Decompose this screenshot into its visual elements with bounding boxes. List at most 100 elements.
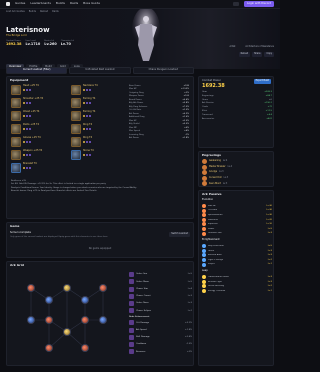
ark-node-level: Lv.2 <box>267 285 272 288</box>
ark-node[interactable]: Energy Overflow Lv.1 <box>202 289 272 293</box>
ark-grid-node[interactable] <box>81 316 89 324</box>
equipment-slot[interactable]: Earring T4 <box>71 110 95 121</box>
ark-grid-node[interactable] <box>99 284 107 292</box>
ark-passive-title: Ark Passive <box>202 192 222 196</box>
ark-node[interactable]: Transcendent Power Lv.3 <box>202 275 272 280</box>
equipment-slot[interactable]: Bracelet T4 <box>11 162 37 173</box>
gear-item-name: Shoulder +25 T4 <box>23 97 44 100</box>
ark-node[interactable]: Blessed Aura Lv.3 <box>202 253 272 258</box>
ark-node[interactable]: Expertise Lv.10 <box>202 222 272 227</box>
ark-node[interactable]: Crit Rate Lv.30 <box>202 208 272 213</box>
gear-quality-dots <box>23 153 42 156</box>
ark-node[interactable]: Max HP Lv.30 <box>202 204 272 208</box>
ark-grid-item-name: Atk Speed <box>136 328 147 331</box>
ark-node[interactable]: Brilliant Light Lv.3 <box>202 279 272 284</box>
ark-grid-item[interactable]: Atk Speed +1.8% <box>129 327 192 333</box>
ark-grid-node[interactable] <box>99 316 107 324</box>
ark-grid-item[interactable]: Skill Damage +2.4% <box>129 334 192 340</box>
login-button[interactable]: Login with Discord <box>244 1 274 7</box>
copy-button[interactable]: Copy <box>264 52 274 57</box>
engraving-item[interactable]: Keen Blunt Lv.3 <box>202 181 228 187</box>
ark-grid-item[interactable]: Chaos: Comet Lv.3 <box>129 293 192 299</box>
search-icon[interactable] <box>233 2 240 6</box>
reload-button[interactable]: Reload <box>238 52 251 57</box>
ark-node-icon <box>202 248 206 253</box>
ark-grid-node[interactable] <box>81 344 89 352</box>
switch-loadout-button[interactable]: Switch Loadout <box>169 232 190 237</box>
ark-grid-item[interactable]: Resource +2% <box>129 349 192 355</box>
ark-grid-node[interactable] <box>45 344 53 352</box>
ark-node[interactable]: Specialization Lv.30 <box>202 213 272 218</box>
ark-grid-node[interactable] <box>45 296 53 304</box>
ark-grid-item[interactable]: Crit Damage +3.2% <box>129 320 192 326</box>
equipment-slot[interactable]: Earring T4 <box>71 97 95 108</box>
breadcrumb-item[interactable]: Reload <box>40 10 48 14</box>
equipment-slot[interactable]: Chest +25 T4 <box>11 110 40 121</box>
nav-link[interactable]: Raids <box>70 2 78 6</box>
ark-node-icon <box>202 275 206 280</box>
loadout-tab[interactable]: Chaos Dungeon Loadout <box>132 67 194 74</box>
ark-grid-item[interactable]: Order: Nova Lv.3 <box>129 301 192 307</box>
site-logo[interactable] <box>6 2 10 6</box>
engraving-item[interactable]: Grudge Lv.3 <box>202 170 224 176</box>
ark-node[interactable]: Divine Blessing Lv.2 <box>202 284 272 289</box>
ark-node[interactable]: Power Lv.5 <box>202 227 272 231</box>
ark-grid-node[interactable] <box>63 328 71 336</box>
engraving-item[interactable]: Master Brawler Lv.4 <box>202 164 232 170</box>
nav-link[interactable]: Builds <box>56 2 65 6</box>
equipment-slot[interactable]: Shoulder +25 T4 <box>11 97 44 108</box>
ark-passive-panel: Ark Passive Evolution Max HP Lv.30 Crit Rat… <box>198 190 274 366</box>
engraving-level: Lv.4 <box>227 164 232 168</box>
ark-grid-node[interactable] <box>81 296 89 304</box>
ark-node[interactable]: Light's Vestige Lv.2 <box>202 258 272 262</box>
loadout-tab[interactable]: Current Loadout (Filler) <box>6 67 68 74</box>
engraving-item[interactable]: Cursed Doll Lv.3 <box>202 175 228 181</box>
equipment-slot[interactable]: Pants +25 T4 <box>11 123 39 134</box>
ark-node[interactable]: Ultimate Skill Lv.3 <box>202 231 272 236</box>
ark-grid-item[interactable]: Order: Moon Lv.5 <box>129 279 192 285</box>
guild-name[interactable]: The Bridge Lord <box>6 34 27 37</box>
ark-node[interactable]: Grace Lv.3 <box>202 248 272 253</box>
ark-grid-item[interactable]: Order: Sun Lv.5 <box>129 272 192 277</box>
loadout-tab[interactable]: Unfinished Raid Loadout <box>69 67 131 74</box>
export-build-button[interactable]: Export Build <box>253 79 271 84</box>
ark-grid-node[interactable] <box>27 284 35 292</box>
breakdown-value: +84.7 <box>265 94 272 97</box>
engraving-icon <box>202 175 207 181</box>
equipment-slot[interactable]: Weapon +25 T4 <box>11 149 42 160</box>
effect-line: Paralysis Conditional bonus: Your Identi… <box>11 186 137 189</box>
ark-node-name: Transcendent Power <box>208 275 229 278</box>
ark-grid-node[interactable] <box>63 284 71 292</box>
equipment-slot[interactable]: Gloves +25 T4 <box>11 136 41 147</box>
breakdown-label: Gear <box>202 91 208 93</box>
nav-link[interactable]: Boss Guide <box>83 2 100 6</box>
ark-grid-item[interactable]: Cooldown -1.5% <box>129 342 192 348</box>
ark-grid-item[interactable]: Chaos: Eclipse Lv.2 <box>129 308 192 314</box>
ark-grid-node[interactable] <box>45 316 53 324</box>
equipment-slot[interactable]: Ring T4 <box>71 136 92 147</box>
breadcrumb-item[interactable]: Builds <box>29 10 36 14</box>
nav-link[interactable]: Guides <box>15 2 25 6</box>
ark-node-icon <box>202 244 206 249</box>
ark-node-level: Lv.3 <box>267 249 272 252</box>
breadcrumb-item[interactable]: Raids <box>52 10 59 14</box>
ark-node[interactable]: Prayer Lv.1 <box>202 262 272 267</box>
equipment-slot[interactable]: Stone T4 <box>71 149 94 160</box>
engraving-level: Lv.3 <box>222 181 228 185</box>
ark-grid-item[interactable]: Chaos: Star Lv.4 <box>129 286 192 292</box>
breadcrumb-item[interactable]: Lost Ark Guides <box>6 10 25 14</box>
ark-grid-node[interactable] <box>27 316 35 324</box>
engraving-item[interactable]: Awakening Lv.4 <box>202 159 227 164</box>
ark-node[interactable]: Swiftness Lv.20 <box>202 217 272 222</box>
equipment-slot[interactable]: Ring T4 <box>71 123 92 134</box>
ark-node[interactable]: Holy Protection Lv.5 <box>202 244 272 249</box>
stat-value: +2.5% <box>182 119 189 122</box>
equipment-slot[interactable]: Head +25 T4 <box>11 84 39 95</box>
gear-item-name: Chest +25 T4 <box>23 110 40 113</box>
stat-row: Ally Atk Power +3.8% <box>129 102 189 104</box>
breakdown-label: Transcend <box>202 113 213 116</box>
share-button[interactable]: Share <box>252 52 263 57</box>
nav-link[interactable]: Leaderboards <box>30 2 51 6</box>
ark-grid-item-name: Skill Damage <box>136 336 150 339</box>
equipment-slot[interactable]: Necklace T4 <box>71 84 98 95</box>
